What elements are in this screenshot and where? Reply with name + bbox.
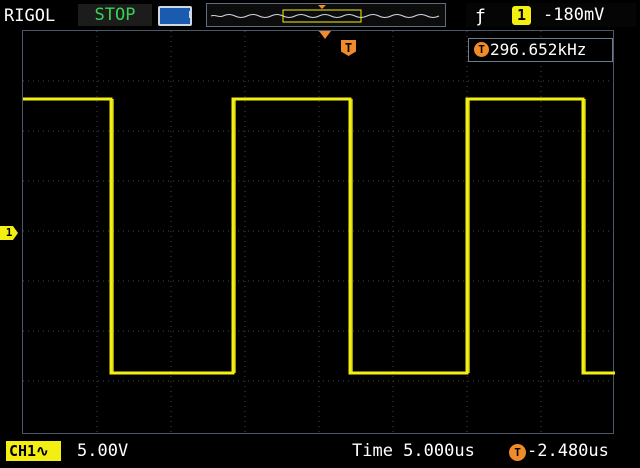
- memory-depth-indicator: [206, 3, 446, 27]
- frequency-icon: T: [474, 42, 489, 57]
- horizontal-offset: -2.480us: [527, 441, 609, 461]
- waveform-display[interactable]: [22, 30, 615, 435]
- horizontal-offset-icon: T: [509, 444, 526, 461]
- channel-1-label[interactable]: CH1∿: [6, 441, 61, 461]
- ac-coupling-icon: ∿: [36, 442, 49, 460]
- channel-name: CH1: [9, 442, 37, 460]
- volts-per-div: 5.00V: [77, 441, 129, 461]
- timebase-readout: Time 5.000us: [352, 441, 475, 461]
- run-status-button[interactable]: STOP: [78, 4, 152, 26]
- memory-waveform-icon: [210, 5, 440, 23]
- rising-edge-icon: ƒ: [475, 6, 486, 27]
- trigger-level: -180mV: [543, 5, 605, 25]
- frequency-value: 296.652kHz: [490, 40, 587, 59]
- brand-label: RIGOL: [4, 6, 56, 26]
- battery-icon: [158, 6, 192, 26]
- waveform-canvas: [23, 31, 615, 435]
- trigger-source-badge: 1: [512, 6, 531, 25]
- time-center-marker-icon: [319, 31, 331, 39]
- battery-tip-icon: [189, 11, 192, 18]
- channel-1-marker-icon[interactable]: 1: [0, 226, 18, 240]
